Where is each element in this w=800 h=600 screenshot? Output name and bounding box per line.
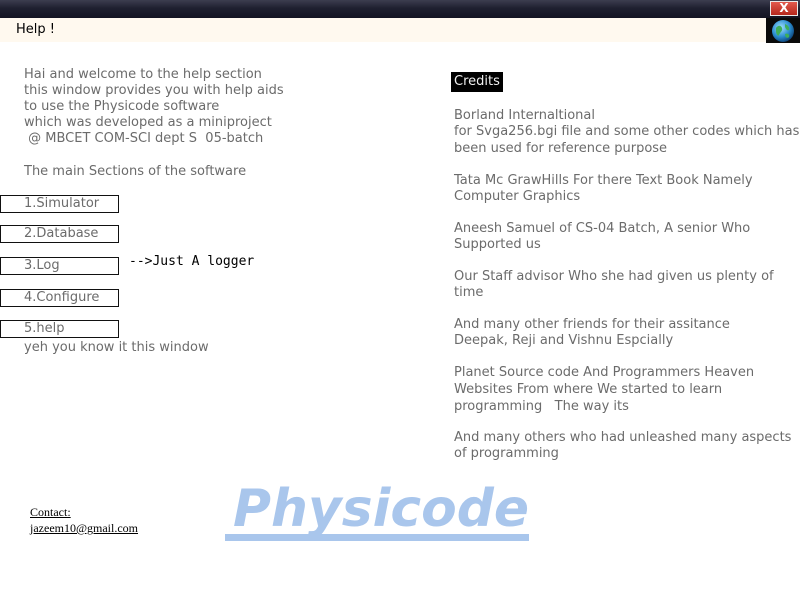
log-label: 3.Log — [24, 258, 60, 273]
credit-line: Planet Source code And Programmers Heave… — [454, 365, 755, 380]
help-button[interactable]: 5.help — [0, 320, 119, 338]
credit-line: Websites From where We started to learn — [454, 382, 723, 397]
credit-line: And many other friends for their assitan… — [454, 317, 730, 332]
configure-label: 4.Configure — [24, 290, 100, 305]
sections-heading: The main Sections of the software — [24, 164, 247, 179]
credit-line: programming The way its — [454, 399, 629, 414]
credit-line: Tata Mc GrawHills For there Text Book Na… — [454, 173, 753, 188]
intro-line: Hai and welcome to the help section — [24, 67, 262, 82]
credit-line: Supported us — [454, 237, 541, 252]
contact-email-link[interactable]: jazeem10@gmail.com — [30, 521, 138, 536]
svg-text:Physicode: Physicode — [233, 479, 529, 539]
header-bar: Help ! — [0, 18, 800, 42]
intro-line: which was developed as a miniproject — [24, 115, 272, 130]
close-icon: X — [779, 1, 789, 15]
intro-line: @ MBCET COM-SCI dept S 05-batch — [24, 131, 264, 146]
intro-line: this window provides you with help aids — [24, 83, 284, 98]
credit-line: time — [454, 285, 484, 300]
title-bar — [0, 0, 800, 18]
log-button[interactable]: 3.Log — [0, 257, 119, 275]
help-note: yeh you know it this window — [24, 340, 209, 355]
log-note: -->Just A logger — [129, 254, 255, 269]
credit-line: for Svga256.bgi file and some other code… — [454, 124, 800, 139]
globe-icon — [766, 18, 800, 43]
page-title: Help ! — [16, 22, 55, 37]
close-button[interactable]: X — [770, 1, 798, 16]
credit-line: been used for reference purpose — [454, 141, 668, 156]
intro-line: to use the Physicode software — [24, 99, 220, 114]
help-label: 5.help — [24, 321, 65, 336]
credit-line: And many others who had unleashed many a… — [454, 430, 792, 445]
configure-button[interactable]: 4.Configure — [0, 289, 119, 307]
simulator-label: 1.Simulator — [24, 196, 100, 211]
credit-line: of programming — [454, 446, 559, 461]
simulator-button[interactable]: 1.Simulator — [0, 195, 119, 213]
credits-title: Credits — [451, 72, 503, 92]
credit-line: Aneesh Samuel of CS-04 Batch, A senior W… — [454, 221, 751, 236]
database-button[interactable]: 2.Database — [0, 225, 119, 243]
credit-line: Borland Internaltional — [454, 108, 596, 123]
database-label: 2.Database — [24, 226, 99, 241]
physicode-logo: Physicode — [225, 479, 529, 541]
contact-label: Contact: — [30, 505, 71, 519]
credit-line: Computer Graphics — [454, 189, 581, 204]
credit-line: Deepak, Reji and Vishnu Espcially — [454, 333, 674, 348]
credit-line: Our Staff advisor Who she had given us p… — [454, 269, 774, 284]
